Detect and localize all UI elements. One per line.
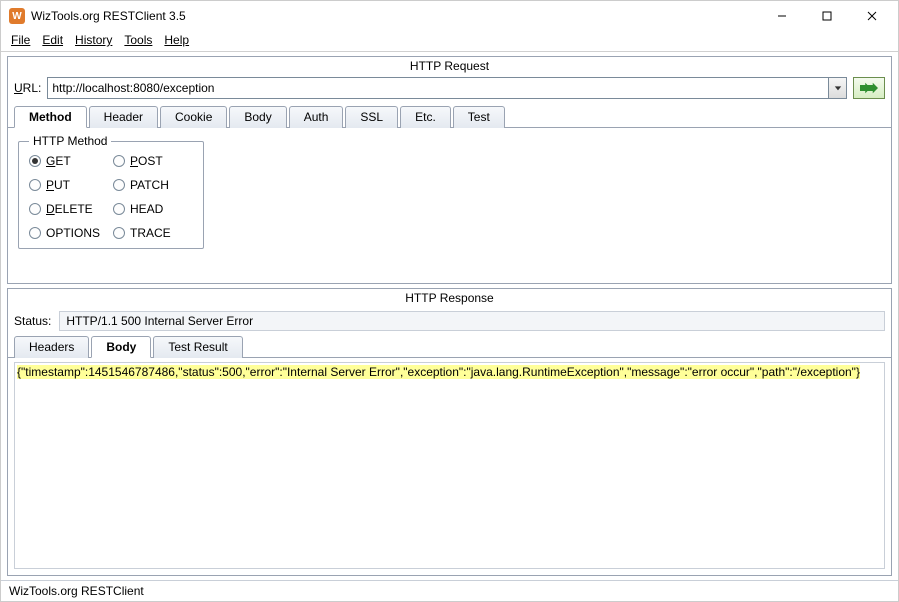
response-tabstrip: Headers Body Test Result <box>8 335 891 358</box>
response-body-text: {"timestamp":1451546787486,"status":500,… <box>17 365 860 379</box>
status-value: HTTP/1.1 500 Internal Server Error <box>59 311 885 331</box>
http-method-legend: HTTP Method <box>29 134 111 148</box>
radio-dot-icon <box>113 155 125 167</box>
radio-options[interactable]: OPTIONS <box>29 226 109 240</box>
radio-dot-icon <box>29 179 41 191</box>
radio-dot-icon <box>29 203 41 215</box>
radio-get[interactable]: GET <box>29 154 109 168</box>
request-tabstrip: Method Header Cookie Body Auth SSL Etc. … <box>8 105 891 128</box>
menu-file[interactable]: File <box>11 33 30 47</box>
tab-header[interactable]: Header <box>89 106 158 128</box>
radio-dot-icon <box>113 203 125 215</box>
response-body-view[interactable]: {"timestamp":1451546787486,"status":500,… <box>14 362 885 569</box>
minimize-button[interactable] <box>759 2 804 30</box>
statusbar-text: WizTools.org RESTClient <box>9 584 144 598</box>
radio-dot-icon <box>29 227 41 239</box>
response-body-panel: {"timestamp":1451546787486,"status":500,… <box>8 358 891 575</box>
minimize-icon <box>777 11 787 21</box>
radio-patch[interactable]: PATCH <box>113 178 193 192</box>
http-method-group: HTTP Method GET POST PUT PATCH DELETE HE… <box>18 134 204 249</box>
response-panel-title: HTTP Response <box>8 289 891 307</box>
tab-auth[interactable]: Auth <box>289 106 344 128</box>
statusbar: WizTools.org RESTClient <box>1 580 898 601</box>
close-button[interactable] <box>849 2 894 30</box>
response-panel: HTTP Response Status: HTTP/1.1 500 Inter… <box>7 288 892 576</box>
send-icon <box>860 82 878 94</box>
main-area: HTTP Request URL: Method Header Cookie B… <box>1 52 898 580</box>
request-panel: HTTP Request URL: Method Header Cookie B… <box>7 56 892 284</box>
tab-method[interactable]: Method <box>14 106 87 128</box>
chevron-down-icon <box>834 84 842 92</box>
menu-history[interactable]: History <box>75 33 112 47</box>
menu-tools[interactable]: Tools <box>124 33 152 47</box>
tab-ssl[interactable]: SSL <box>345 106 398 128</box>
tab-resp-body[interactable]: Body <box>91 336 151 358</box>
url-combo[interactable] <box>47 77 847 99</box>
tab-resp-test-result[interactable]: Test Result <box>153 336 242 358</box>
app-icon: W <box>9 8 25 24</box>
maximize-icon <box>822 11 832 21</box>
url-label: URL: <box>14 81 41 95</box>
radio-put[interactable]: PUT <box>29 178 109 192</box>
menu-edit[interactable]: Edit <box>42 33 63 47</box>
window-title: WizTools.org RESTClient 3.5 <box>31 9 759 23</box>
method-tabpanel: HTTP Method GET POST PUT PATCH DELETE HE… <box>8 128 891 283</box>
request-panel-title: HTTP Request <box>8 57 891 75</box>
radio-delete[interactable]: DELETE <box>29 202 109 216</box>
radio-trace[interactable]: TRACE <box>113 226 193 240</box>
tab-etc[interactable]: Etc. <box>400 106 451 128</box>
url-dropdown-button[interactable] <box>828 78 846 98</box>
radio-dot-icon <box>113 179 125 191</box>
radio-dot-icon <box>113 227 125 239</box>
tab-body[interactable]: Body <box>229 106 286 128</box>
radio-head[interactable]: HEAD <box>113 202 193 216</box>
maximize-button[interactable] <box>804 2 849 30</box>
url-input[interactable] <box>48 78 828 98</box>
window-controls <box>759 2 894 30</box>
status-row: Status: HTTP/1.1 500 Internal Server Err… <box>8 307 891 335</box>
titlebar: W WizTools.org RESTClient 3.5 <box>1 1 898 31</box>
status-label: Status: <box>14 314 51 328</box>
send-button[interactable] <box>853 77 885 99</box>
url-row: URL: <box>8 75 891 105</box>
tab-resp-headers[interactable]: Headers <box>14 336 89 358</box>
radio-post[interactable]: POST <box>113 154 193 168</box>
menu-help[interactable]: Help <box>164 33 189 47</box>
menubar: File Edit History Tools Help <box>1 31 898 52</box>
tab-test[interactable]: Test <box>453 106 505 128</box>
tab-cookie[interactable]: Cookie <box>160 106 227 128</box>
radio-dot-icon <box>29 155 41 167</box>
close-icon <box>867 11 877 21</box>
